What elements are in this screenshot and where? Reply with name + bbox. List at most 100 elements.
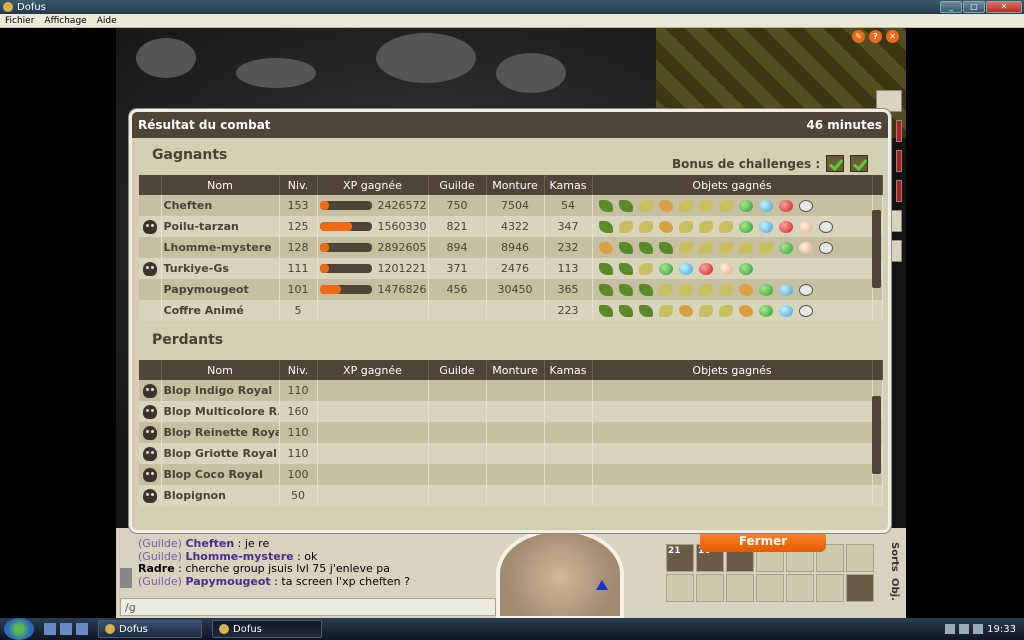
tab-objets[interactable]: Obj.: [880, 578, 900, 601]
speech-bubble-icon[interactable]: [798, 304, 813, 317]
maximize-button[interactable]: □: [963, 1, 985, 13]
quick-launch-icon[interactable]: [76, 623, 88, 635]
seed-item-icon[interactable]: [598, 241, 613, 254]
plume-item-icon[interactable]: [678, 220, 693, 233]
leaf-item-icon[interactable]: [598, 262, 613, 275]
blue-orb-icon[interactable]: [778, 304, 793, 317]
minimap[interactable]: [496, 528, 624, 620]
tools-icon[interactable]: ✎: [852, 30, 865, 43]
seed-item-icon[interactable]: [658, 220, 673, 233]
menu-aide[interactable]: Aide: [92, 16, 122, 26]
green-orb-icon[interactable]: [738, 220, 753, 233]
plume-item-icon[interactable]: [638, 199, 653, 212]
speech-bubble-icon[interactable]: [818, 241, 833, 254]
minimize-button[interactable]: _: [940, 1, 962, 13]
chat-scrollbar[interactable]: [120, 568, 132, 588]
plume-item-icon[interactable]: [698, 283, 713, 296]
tray-icon[interactable]: [945, 624, 956, 634]
speech-bubble-icon[interactable]: [798, 283, 813, 296]
inventory-slot[interactable]: [846, 544, 874, 572]
leaf-item-icon[interactable]: [618, 241, 633, 254]
leaf-item-icon[interactable]: [598, 304, 613, 317]
challenge-check-icon[interactable]: [826, 155, 845, 172]
red-orb-icon[interactable]: [698, 262, 713, 275]
blue-orb-icon[interactable]: [778, 283, 793, 296]
inventory-slot[interactable]: [846, 574, 874, 602]
seed-item-icon[interactable]: [678, 304, 693, 317]
red-orb-icon[interactable]: [778, 220, 793, 233]
seed-item-icon[interactable]: [658, 199, 673, 212]
inventory-slot[interactable]: [816, 574, 844, 602]
taskbar-item-dofus[interactable]: Dofus: [98, 620, 202, 638]
leaf-item-icon[interactable]: [598, 283, 613, 296]
plume-item-icon[interactable]: [718, 199, 733, 212]
challenge-check-icon[interactable]: [850, 155, 869, 172]
plume-item-icon[interactable]: [698, 241, 713, 254]
blue-orb-icon[interactable]: [758, 220, 773, 233]
plume-item-icon[interactable]: [698, 220, 713, 233]
leaf-item-icon[interactable]: [618, 262, 633, 275]
losers-scrollbar[interactable]: [872, 396, 881, 474]
plume-item-icon[interactable]: [678, 283, 693, 296]
plume-item-icon[interactable]: [718, 283, 733, 296]
plume-item-icon[interactable]: [658, 304, 673, 317]
plume-item-icon[interactable]: [718, 304, 733, 317]
leaf-item-icon[interactable]: [598, 220, 613, 233]
plume-item-icon[interactable]: [638, 220, 653, 233]
blue-orb-icon[interactable]: [678, 262, 693, 275]
close-game-icon[interactable]: ✕: [886, 30, 899, 43]
quick-launch-icon[interactable]: [60, 623, 72, 635]
winners-scrollbar[interactable]: [872, 210, 881, 288]
quick-launch-icon[interactable]: [44, 623, 56, 635]
green-orb-icon[interactable]: [738, 199, 753, 212]
plume-item-icon[interactable]: [638, 262, 653, 275]
inventory-slot[interactable]: 21: [666, 544, 694, 572]
blue-orb-icon[interactable]: [758, 199, 773, 212]
leaf-item-icon[interactable]: [618, 199, 633, 212]
inventory-slot[interactable]: [666, 574, 694, 602]
seed-item-icon[interactable]: [738, 283, 753, 296]
help-icon[interactable]: ?: [869, 30, 882, 43]
plume-item-icon[interactable]: [678, 241, 693, 254]
leaf-item-icon[interactable]: [618, 283, 633, 296]
plume-item-icon[interactable]: [758, 241, 773, 254]
close-button[interactable]: Fermer: [700, 530, 826, 552]
leaf-item-icon[interactable]: [618, 304, 633, 317]
green-orb-icon[interactable]: [658, 262, 673, 275]
green-orb-icon[interactable]: [738, 262, 753, 275]
inventory-slot[interactable]: [726, 574, 754, 602]
inventory-slot[interactable]: [756, 574, 784, 602]
plume-item-icon[interactable]: [658, 283, 673, 296]
clock[interactable]: 19:33: [987, 624, 1016, 635]
speech-bubble-icon[interactable]: [798, 199, 813, 212]
taskbar-item-dofus-active[interactable]: Dofus: [212, 620, 322, 638]
green-orb-icon[interactable]: [758, 304, 773, 317]
tab-sorts[interactable]: Sorts: [880, 542, 900, 572]
seed-item-icon[interactable]: [738, 304, 753, 317]
plume-item-icon[interactable]: [698, 304, 713, 317]
plume-item-icon[interactable]: [738, 241, 753, 254]
speech-bubble-icon[interactable]: [818, 220, 833, 233]
tray-icon[interactable]: [959, 624, 970, 634]
chat-input[interactable]: /g: [120, 598, 496, 616]
green-orb-icon[interactable]: [778, 241, 793, 254]
plume-item-icon[interactable]: [678, 199, 693, 212]
pearl-icon[interactable]: [798, 241, 813, 254]
start-button[interactable]: [4, 618, 34, 640]
plume-item-icon[interactable]: [718, 241, 733, 254]
menu-affichage[interactable]: Affichage: [39, 16, 91, 26]
window-close-button[interactable]: ✕: [986, 1, 1022, 13]
inventory-slot[interactable]: [696, 574, 724, 602]
leaf-item-icon[interactable]: [638, 304, 653, 317]
leaf-item-icon[interactable]: [658, 241, 673, 254]
plume-item-icon[interactable]: [718, 220, 733, 233]
pearl-icon[interactable]: [798, 220, 813, 233]
inventory-slot[interactable]: [786, 574, 814, 602]
leaf-item-icon[interactable]: [638, 283, 653, 296]
pearl-icon[interactable]: [718, 262, 733, 275]
red-orb-icon[interactable]: [778, 199, 793, 212]
leaf-item-icon[interactable]: [638, 241, 653, 254]
plume-item-icon[interactable]: [618, 220, 633, 233]
leaf-item-icon[interactable]: [598, 199, 613, 212]
plume-item-icon[interactable]: [698, 199, 713, 212]
